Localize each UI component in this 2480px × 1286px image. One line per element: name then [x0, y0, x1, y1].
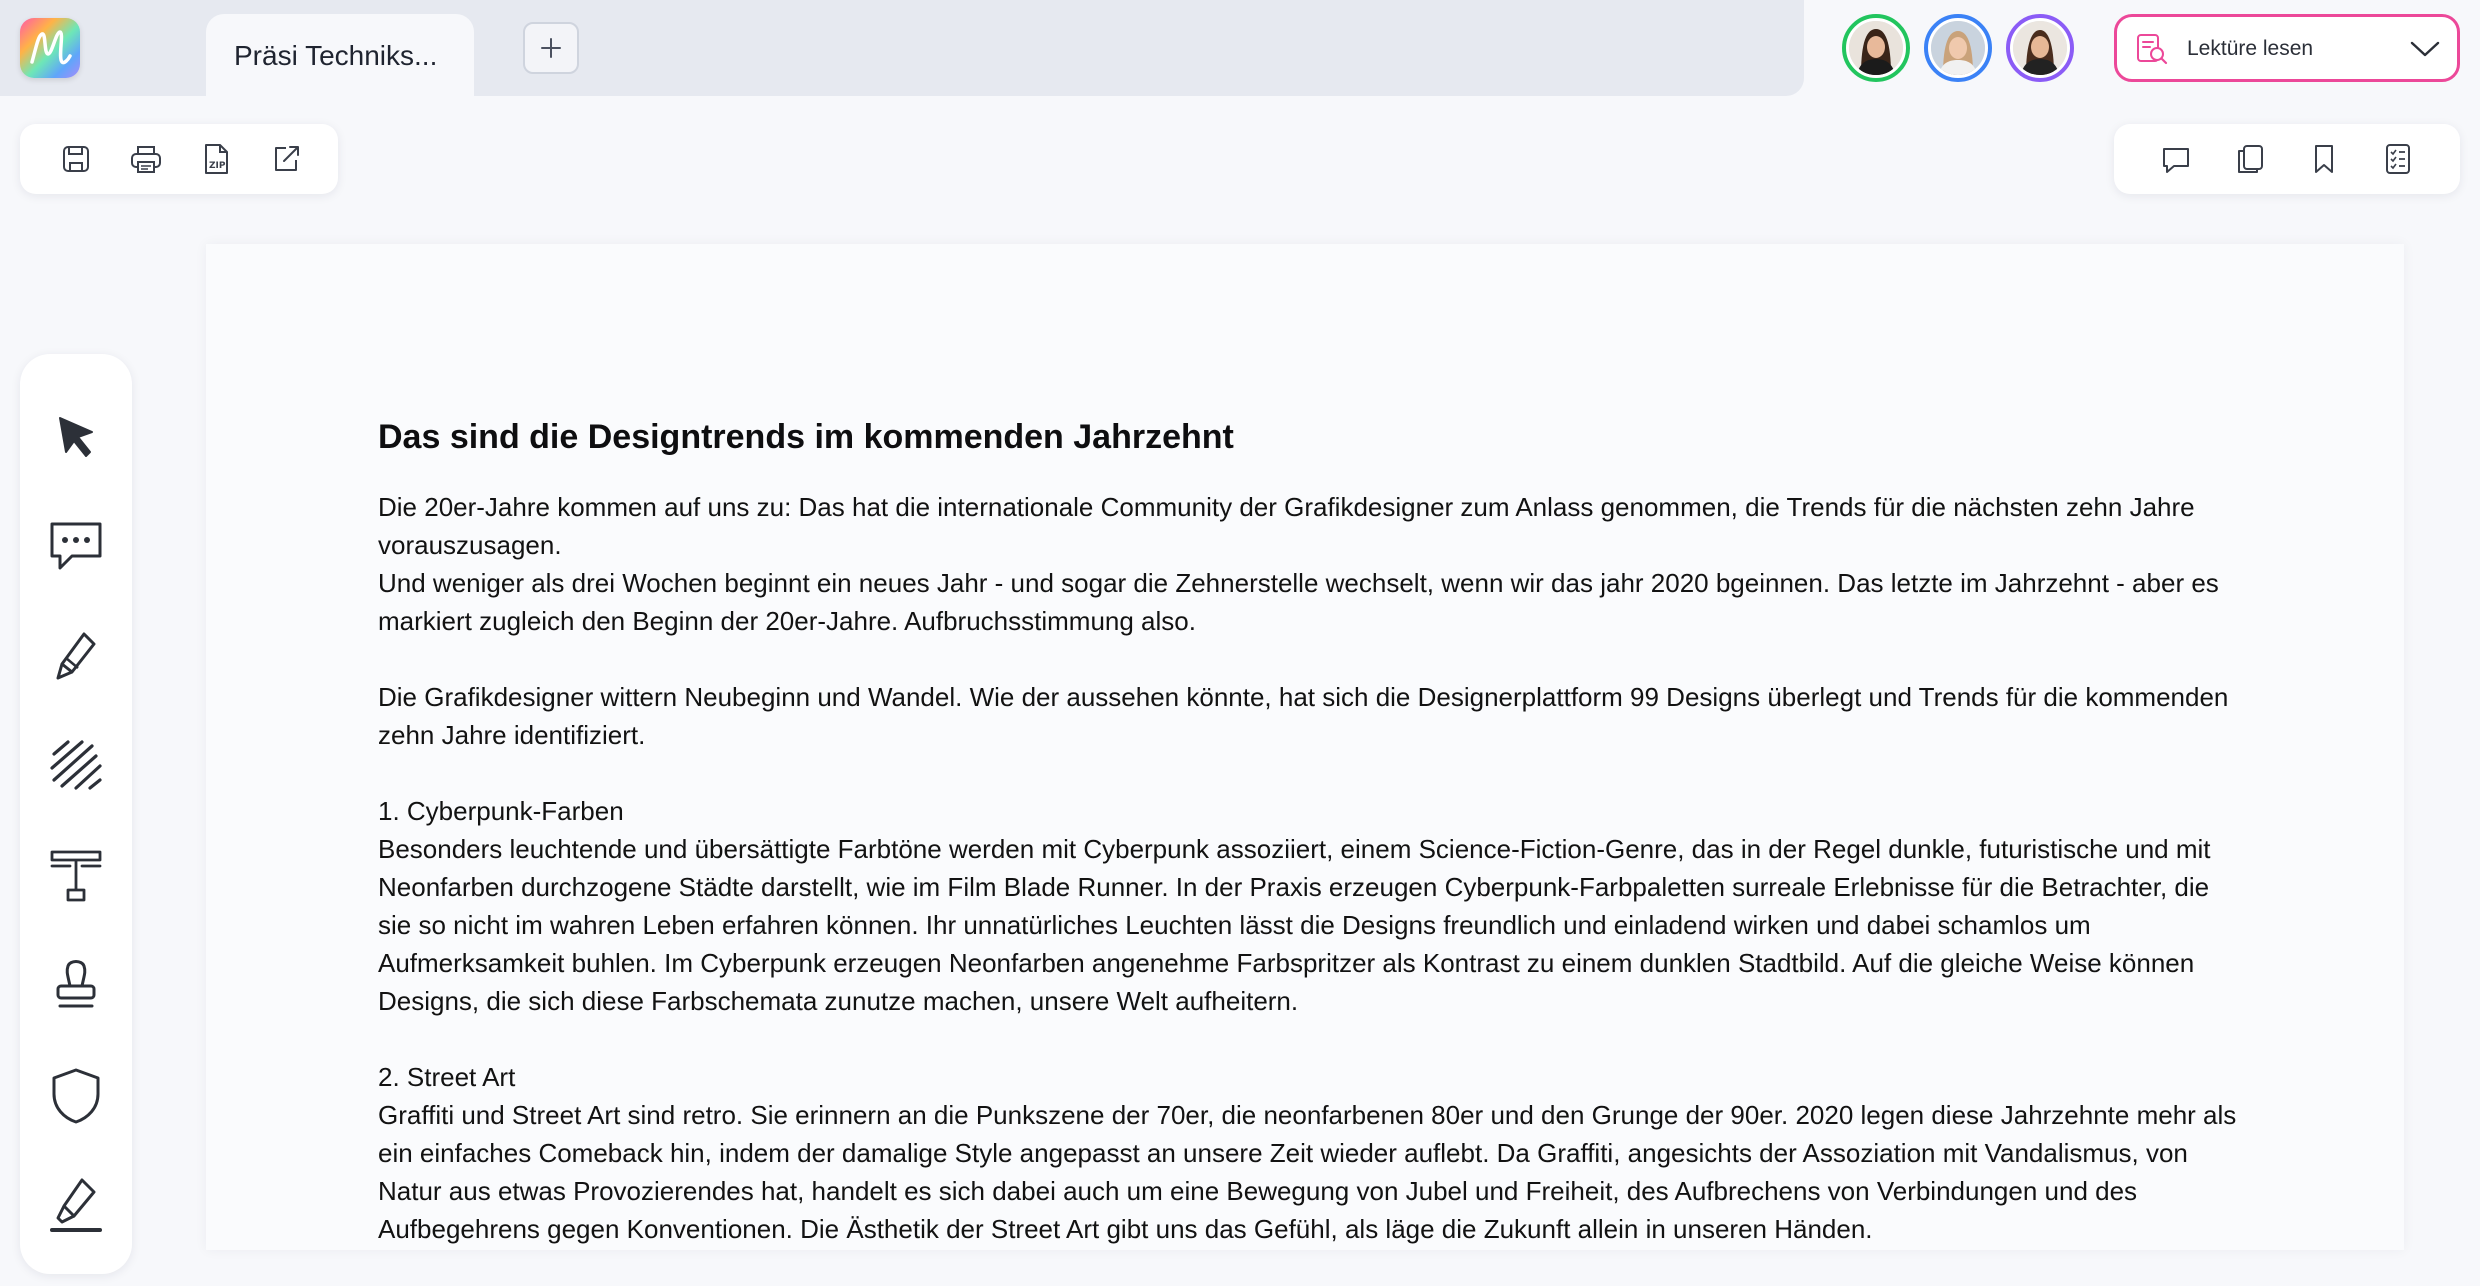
- file-toolbar: ZIP: [20, 124, 338, 194]
- text-tool[interactable]: [46, 846, 106, 906]
- section-body: Graffiti und Street Art sind retro. Sie …: [378, 1100, 2237, 1244]
- stamp-tool[interactable]: [46, 956, 106, 1016]
- protect-tool[interactable]: [46, 1066, 106, 1126]
- scribble-icon: [50, 740, 102, 790]
- shield-icon: [52, 1068, 100, 1124]
- pages-button[interactable]: [2230, 139, 2270, 179]
- paragraph-line: Und weniger als drei Wochen beginnt ein …: [378, 568, 2219, 636]
- plus-icon: [541, 38, 561, 58]
- logo-icon: [30, 30, 72, 65]
- paragraph-intro: Die 20er-Jahre kommen auf uns zu: Das ha…: [378, 488, 2238, 640]
- comment-tool[interactable]: [46, 516, 106, 576]
- copy-icon: [2238, 145, 2263, 173]
- text-tool-icon: [50, 850, 102, 902]
- avatar-photo: [2013, 21, 2067, 75]
- section-street-art: 2. Street Art Graffiti und Street Art si…: [378, 1058, 2238, 1248]
- tab-document[interactable]: Präsi Techniks...: [206, 14, 474, 96]
- section-heading: 1. Cyberpunk-Farben: [378, 796, 624, 826]
- zip-icon: ZIP: [205, 144, 228, 174]
- document-page: Das sind die Designtrends im kommenden J…: [206, 244, 2404, 1250]
- zip-button[interactable]: ZIP: [196, 139, 236, 179]
- print-icon: [131, 146, 161, 173]
- paragraph-line: Die 20er-Jahre kommen auf uns zu: Das ha…: [378, 492, 2195, 560]
- stamp-icon: [56, 960, 96, 1008]
- view-toolbar: [2114, 124, 2460, 194]
- export-icon: [275, 146, 299, 171]
- print-button[interactable]: [126, 139, 166, 179]
- avatar[interactable]: [2006, 14, 2074, 82]
- comment-bubble-icon: [50, 522, 102, 570]
- mode-label: Lektüre lesen: [2187, 37, 2314, 60]
- comment-icon: [2163, 148, 2189, 173]
- select-tool[interactable]: [46, 406, 106, 466]
- chevron-down-icon: [2410, 41, 2440, 57]
- pen-tool[interactable]: [46, 626, 106, 686]
- document-title: Das sind die Designtrends im kommenden J…: [378, 418, 1234, 456]
- section-cyberpunk: 1. Cyberpunk-Farben Besonders leuchtende…: [378, 792, 2238, 1020]
- save-button[interactable]: [56, 139, 96, 179]
- document-content: Das sind die Designtrends im kommenden J…: [378, 416, 2238, 1286]
- app-logo[interactable]: [20, 18, 80, 78]
- export-button[interactable]: [266, 139, 306, 179]
- tool-rail: [20, 354, 132, 1274]
- checklist-button[interactable]: [2378, 139, 2418, 179]
- tab-title: Präsi Techniks...: [234, 40, 438, 71]
- document-search-icon: [2137, 34, 2168, 65]
- highlighter-icon: [50, 1178, 102, 1232]
- section-body: Besonders leuchtende und übersättigte Fa…: [378, 834, 2211, 1016]
- comments-button[interactable]: [2156, 139, 2196, 179]
- tab-bar: Präsi Techniks...: [0, 0, 1804, 96]
- avatar-photo: [1931, 21, 1985, 75]
- bookmark-button[interactable]: [2304, 139, 2344, 179]
- pointer-icon: [59, 417, 93, 457]
- avatar[interactable]: [1842, 14, 1910, 82]
- paragraph: Die Grafikdesigner wittern Neubeginn und…: [378, 682, 2229, 750]
- bookmark-icon: [2315, 145, 2333, 173]
- checklist-icon: [2386, 144, 2410, 174]
- mode-dropdown[interactable]: Lektüre lesen: [2114, 14, 2460, 82]
- avatar-photo: [1849, 21, 1903, 75]
- section-heading: 2. Street Art: [378, 1062, 516, 1092]
- highlighter-tool[interactable]: [46, 1176, 106, 1236]
- svg-text:ZIP: ZIP: [209, 161, 226, 171]
- save-icon: [63, 146, 89, 172]
- freehand-tool[interactable]: [46, 736, 106, 796]
- new-tab-button[interactable]: [523, 22, 579, 74]
- avatar[interactable]: [1924, 14, 1992, 82]
- pen-icon: [56, 632, 96, 680]
